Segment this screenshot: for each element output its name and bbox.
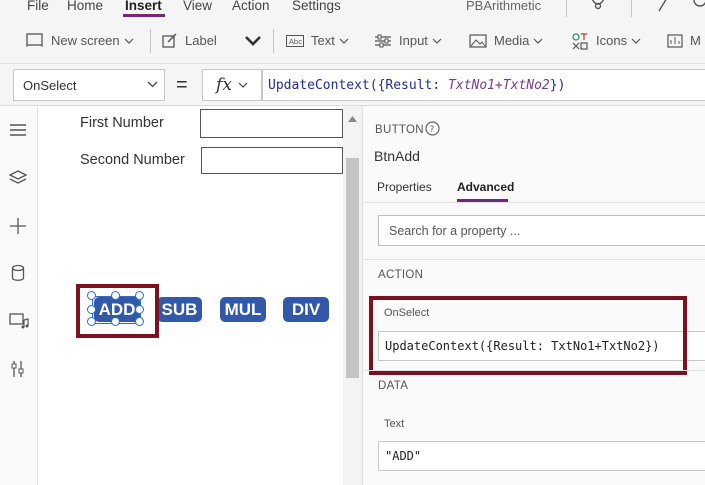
control-name: BtnAdd	[374, 148, 420, 164]
add-button-highlight	[76, 284, 159, 338]
menu-file[interactable]: File	[27, 0, 49, 13]
new-screen-label: New screen	[51, 33, 120, 48]
image-icon	[469, 33, 487, 48]
mul-button[interactable]: MUL	[220, 297, 266, 322]
media-menu-button[interactable]: Media	[469, 17, 543, 64]
tab-divider	[363, 202, 705, 203]
new-screen-button[interactable]: New screen	[26, 17, 134, 64]
formula-input[interactable]: UpdateContext({Result: TxtNo1+TxtNo2})	[262, 69, 705, 101]
help-icon[interactable]: ?	[425, 121, 440, 139]
formula-bar: OnSelect = fx UpdateContext({Result: Txt…	[0, 64, 705, 106]
menu-divider	[631, 0, 632, 17]
sliders-icon	[375, 34, 391, 47]
section-divider	[363, 370, 705, 371]
media-menu-label: Media	[494, 33, 530, 48]
property-search-input[interactable]: Search for a property ...	[378, 215, 705, 246]
tab-properties[interactable]: Properties	[377, 180, 432, 194]
second-number-input[interactable]	[201, 147, 343, 174]
equals-sign: =	[176, 74, 188, 96]
formula-expression: TxtNo1+TxtNo2	[448, 77, 550, 93]
ribbon-toolbar: New screen Label Abc Text Input Media Ic…	[0, 17, 705, 64]
chevron-down-icon	[432, 38, 442, 44]
left-rail	[0, 106, 38, 485]
chevron-down-icon	[339, 38, 349, 44]
first-number-input[interactable]	[200, 109, 343, 138]
label-button[interactable]: Label	[162, 17, 217, 64]
pen-icon[interactable]	[657, 0, 669, 15]
menu-insert[interactable]: Insert	[125, 0, 162, 13]
chevron-down-icon	[238, 82, 248, 88]
property-search-placeholder: Search for a property ...	[389, 223, 521, 238]
formula-prefix: UpdateContext({Result:	[268, 77, 449, 93]
label-button-text: Label	[185, 33, 217, 48]
layers-icon[interactable]	[8, 170, 28, 189]
shapes-icon	[572, 32, 588, 50]
menu-view[interactable]: View	[183, 0, 212, 13]
input-menu-label: Input	[399, 33, 428, 48]
menu-bar: File Home Insert View Action Settings PB…	[0, 0, 705, 17]
onselect-highlight	[369, 296, 687, 375]
tools-icon[interactable]	[9, 360, 27, 381]
sub-button[interactable]: SUB	[157, 297, 202, 322]
div-button[interactable]: DIV	[283, 297, 329, 322]
chevron-down-icon	[533, 38, 543, 44]
first-number-label: First Number	[80, 115, 164, 131]
database-icon[interactable]	[9, 264, 27, 285]
text-property-field[interactable]: "ADD"	[378, 441, 705, 471]
second-number-label: Second Number	[80, 152, 185, 168]
formula-suffix: })	[549, 77, 566, 93]
new-screen-icon	[26, 33, 43, 47]
text-property-value: "ADD"	[385, 449, 422, 463]
chevron-down-icon	[124, 38, 134, 44]
scroll-up-icon[interactable]	[348, 110, 357, 125]
hamburger-icon[interactable]	[9, 123, 27, 140]
icons-menu-button[interactable]: Icons	[571, 17, 641, 64]
function-button[interactable]: fx	[202, 69, 262, 101]
property-selector[interactable]: OnSelect	[13, 69, 165, 101]
menu-action[interactable]: Action	[232, 0, 270, 13]
more-menu-label: M	[690, 33, 701, 48]
stethoscope-icon[interactable]	[589, 0, 607, 13]
action-section-header: ACTION	[378, 269, 424, 281]
text-input-icon: Abc	[286, 34, 304, 47]
text-menu-label: Text	[311, 33, 335, 48]
control-type: BUTTON	[375, 124, 424, 136]
toolbar-divider	[273, 29, 274, 53]
chart-icon	[667, 33, 683, 48]
chevron-down-icon	[631, 38, 641, 44]
text-menu-button[interactable]: Abc Text	[286, 17, 349, 64]
label-dropdown[interactable]	[244, 17, 269, 64]
icons-menu-label: Icons	[596, 33, 628, 48]
tab-advanced[interactable]: Advanced	[457, 180, 514, 194]
menu-divider	[566, 0, 567, 17]
svg-text:Abc: Abc	[289, 38, 302, 46]
canvas-scroll-thumb[interactable]	[346, 158, 359, 378]
svg-text:?: ?	[430, 125, 435, 135]
menu-settings[interactable]: Settings	[292, 0, 341, 13]
plus-icon[interactable]	[9, 217, 27, 238]
toolbar-divider	[150, 29, 151, 53]
section-divider	[363, 259, 705, 260]
text-property-label: Text	[384, 418, 405, 430]
label-edit-icon	[162, 33, 177, 48]
data-section-header: DATA	[378, 380, 409, 392]
app-name: PBArithmetic	[466, 0, 542, 13]
menu-home[interactable]: Home	[67, 0, 103, 13]
fx-icon: fx	[216, 75, 232, 95]
property-selector-value: OnSelect	[23, 77, 77, 93]
chevron-down-icon	[245, 36, 261, 46]
input-menu-button[interactable]: Input	[374, 17, 442, 64]
user-icon[interactable]	[691, 0, 705, 13]
media-icon[interactable]	[9, 312, 29, 333]
more-menu-button[interactable]: M	[667, 17, 701, 64]
chevron-down-icon	[147, 81, 158, 88]
